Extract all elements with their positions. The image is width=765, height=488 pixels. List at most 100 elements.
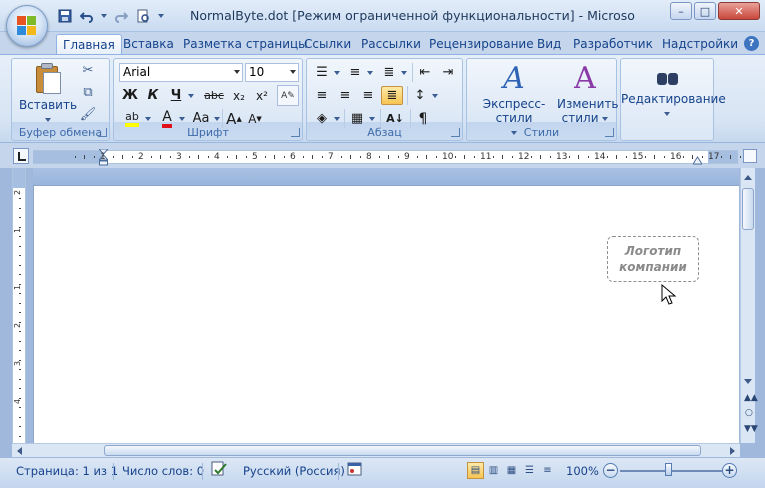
company-logo-placeholder[interactable]: Логотип компании <box>607 236 699 282</box>
redo-icon[interactable] <box>112 7 130 25</box>
outline-view-icon[interactable]: ☰ <box>521 462 538 479</box>
status-word-count[interactable]: Число слов: 0 <box>122 464 204 478</box>
draft-view-icon[interactable]: ≡ <box>539 462 556 479</box>
italic-button[interactable]: К <box>144 86 162 105</box>
ruler-tick-mark <box>302 156 304 158</box>
strikethrough-button[interactable]: abc <box>202 86 226 105</box>
next-page-icon[interactable]: ▼▼ <box>744 424 758 434</box>
change-styles-button[interactable]: A Изменить стили <box>557 61 619 125</box>
print-layout-view-icon[interactable]: ▤ <box>467 462 484 479</box>
ruler-tick-mark <box>654 155 655 159</box>
vertical-ruler-tick <box>19 340 21 342</box>
clear-formatting-button[interactable]: A✎ <box>277 85 299 106</box>
ruler-tick-mark <box>321 156 323 158</box>
print-preview-icon[interactable] <box>134 7 152 25</box>
full-screen-reading-view-icon[interactable]: ▥ <box>485 462 502 479</box>
bold-button[interactable]: Ж <box>121 86 139 105</box>
horizontal-scrollbar[interactable] <box>12 443 740 457</box>
paste-button[interactable]: Вставить <box>18 63 78 126</box>
scroll-up-icon[interactable] <box>744 175 752 180</box>
superscript-button[interactable]: x² <box>252 86 272 105</box>
status-page[interactable]: Страница: 1 из 1 <box>16 464 118 478</box>
tab-view[interactable]: Вид <box>537 34 561 56</box>
decrease-indent-button[interactable]: ⇤ <box>415 63 435 82</box>
horizontal-scroll-row <box>0 443 765 457</box>
numbering-button[interactable]: ≡ <box>345 63 365 82</box>
tab-review[interactable]: Рецензирование <box>429 34 534 56</box>
clipboard-launcher-icon[interactable] <box>98 128 107 137</box>
scroll-left-icon[interactable] <box>17 447 22 455</box>
tab-insert[interactable]: Вставка <box>123 34 174 56</box>
bullets-dropdown-icon[interactable] <box>332 63 341 82</box>
copy-icon[interactable]: ⧉ <box>79 85 97 101</box>
format-painter-icon[interactable]: 🖌 <box>79 107 97 123</box>
quick-styles-label: Экспресс-стили <box>482 97 546 125</box>
editing-button[interactable]: Редактирование <box>621 63 726 120</box>
line-spacing-button[interactable]: ↕ <box>410 86 430 105</box>
browse-object-icon[interactable]: ○ <box>745 408 753 418</box>
undo-dropdown-icon[interactable] <box>100 7 108 25</box>
multilevel-dropdown-icon[interactable] <box>399 63 408 82</box>
font-size-combo[interactable]: 10 <box>245 63 299 82</box>
bullets-button[interactable]: ☰ <box>312 63 332 82</box>
ruler-tick-mark <box>93 156 95 158</box>
customize-qat-icon[interactable] <box>156 7 166 25</box>
zoom-out-button[interactable]: − <box>603 463 618 478</box>
close-button[interactable]: ✕ <box>718 2 760 20</box>
zoom-slider-thumb[interactable] <box>665 463 672 476</box>
vertical-ruler[interactable]: 2 1 1 2 3 4 <box>12 168 26 443</box>
align-left-button[interactable]: ≡ <box>312 86 332 105</box>
ruler-tick-mark <box>264 156 266 158</box>
multilevel-list-button[interactable]: ≣ <box>379 63 399 82</box>
scroll-down-icon[interactable] <box>744 379 752 384</box>
vertical-scroll-thumb[interactable] <box>742 188 754 230</box>
tab-mailings[interactable]: Рассылки <box>361 34 421 56</box>
tab-page-layout[interactable]: Разметка страницы <box>183 34 308 56</box>
vertical-ruler-label: 3 <box>13 360 23 367</box>
minimize-button[interactable]: – <box>670 2 692 20</box>
styles-launcher-icon[interactable] <box>605 128 614 137</box>
view-ruler-icon[interactable] <box>743 149 757 163</box>
scroll-right-icon[interactable] <box>730 447 735 455</box>
vertical-scrollbar[interactable]: ▲▲ ○ ▼▼ <box>740 168 758 443</box>
web-layout-view-icon[interactable]: ▦ <box>503 462 520 479</box>
cut-icon[interactable]: ✂ <box>79 63 97 79</box>
save-icon[interactable] <box>56 7 74 25</box>
align-right-button[interactable]: ≡ <box>358 86 378 105</box>
maximize-button[interactable]: □ <box>694 2 716 20</box>
increase-indent-button[interactable]: ⇥ <box>438 63 458 82</box>
paragraph-launcher-icon[interactable] <box>451 128 460 137</box>
horizontal-ruler[interactable]: 123456789101112131415161718 <box>33 149 757 166</box>
line-spacing-dropdown-icon[interactable] <box>430 86 439 105</box>
tab-developer[interactable]: Разработчик <box>573 34 653 56</box>
zoom-in-button[interactable]: + <box>722 463 737 478</box>
tab-home[interactable]: Главная <box>56 34 122 56</box>
font-size-value: 10 <box>249 65 265 79</box>
font-launcher-icon[interactable] <box>291 128 300 137</box>
document-page[interactable]: Логотип компании <box>33 185 739 443</box>
status-language[interactable]: Русский (Россия) <box>243 464 345 478</box>
zoom-level[interactable]: 100% <box>566 464 599 478</box>
align-center-button[interactable]: ≡ <box>335 86 355 105</box>
font-name-combo[interactable]: Arial <box>119 63 243 82</box>
underline-dropdown-icon[interactable] <box>186 86 196 105</box>
proofing-icon[interactable] <box>210 461 228 480</box>
subscript-button[interactable]: x₂ <box>229 86 249 105</box>
tab-references[interactable]: Ссылки <box>304 34 351 56</box>
justify-button[interactable]: ≣ <box>381 86 403 105</box>
tab-addins[interactable]: Надстройки <box>662 34 738 56</box>
undo-icon[interactable] <box>78 7 96 25</box>
underline-button[interactable]: Ч <box>167 86 185 105</box>
office-button[interactable] <box>6 5 48 47</box>
ruler-tick-label: 13 <box>556 152 568 162</box>
macro-recording-icon[interactable] <box>347 462 363 480</box>
numbering-dropdown-icon[interactable] <box>365 63 374 82</box>
horizontal-scroll-thumb[interactable] <box>104 445 701 456</box>
tab-selector-button[interactable] <box>13 148 29 164</box>
change-styles-label-2: стили <box>557 111 613 125</box>
ruler-tick-label: 8 <box>366 152 372 162</box>
ruler-tick-label: 3 <box>176 152 182 162</box>
group-styles: A Экспресс-стили A Изменить стили Стили <box>466 58 619 141</box>
help-icon[interactable]: ? <box>744 36 759 51</box>
previous-page-icon[interactable]: ▲▲ <box>744 393 758 403</box>
